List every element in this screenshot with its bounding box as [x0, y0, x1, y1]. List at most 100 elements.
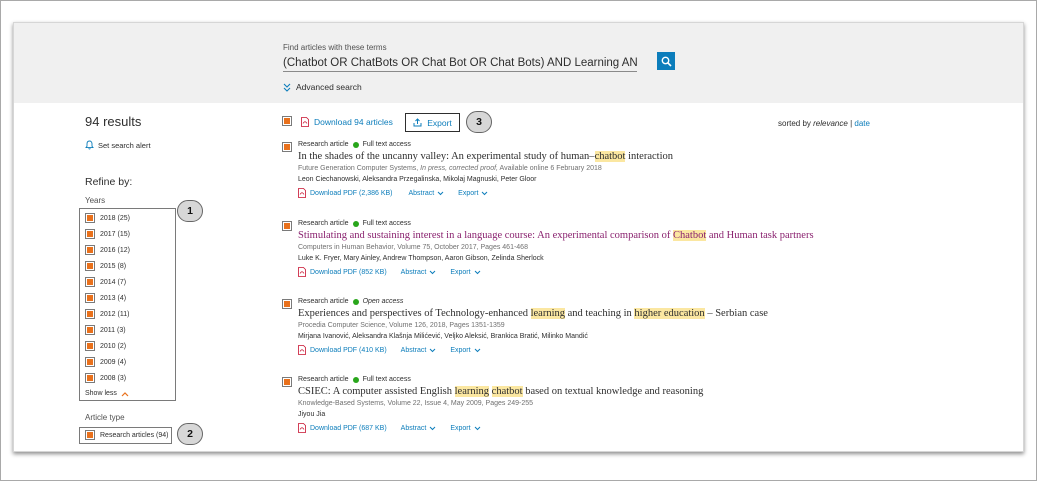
access-dot-icon: [352, 141, 359, 148]
access-label: Full text access: [362, 220, 411, 227]
year-filter-label: 2016 (12): [100, 246, 130, 254]
download-pdf-label: Download PDF (687 KB): [310, 424, 387, 432]
sort-separator: |: [850, 119, 853, 128]
download-pdf-link[interactable]: Download PDF (852 KB): [298, 267, 387, 277]
year-filter-label: 2012 (11): [100, 310, 130, 318]
source-journal: Future Generation Computer Systems,: [298, 165, 419, 172]
chevron-down-icon: [474, 348, 480, 352]
advanced-search-label: Advanced search: [296, 82, 362, 92]
abstract-toggle[interactable]: Abstract: [401, 425, 437, 432]
year-checkbox[interactable]: [85, 261, 95, 271]
download-pdf-label: Download PDF (2,386 KB): [310, 189, 393, 197]
download-all-link[interactable]: Download 94 articles: [301, 117, 393, 127]
year-filter-item[interactable]: 2013 (4): [85, 293, 126, 303]
result-title-link[interactable]: CSIEC: A computer assisted English learn…: [298, 386, 703, 397]
pdf-icon: [298, 267, 306, 277]
year-filter-item[interactable]: 2017 (15): [85, 229, 130, 239]
export-toggle[interactable]: Export: [458, 190, 488, 197]
sort-relevance-option[interactable]: relevance: [813, 119, 848, 128]
result-title-link[interactable]: In the shades of the uncanny valley: An …: [298, 151, 673, 162]
year-checkbox[interactable]: [85, 229, 95, 239]
export-button[interactable]: Export: [405, 113, 460, 132]
year-checkbox[interactable]: [85, 373, 95, 383]
year-filter-item[interactable]: 2014 (7): [85, 277, 126, 287]
result-authors: Luke K. Fryer, Mary Ainley, Andrew Thomp…: [298, 255, 544, 262]
result-source: Computers in Human Behavior, Volume 75, …: [298, 244, 528, 251]
year-checkbox[interactable]: [85, 309, 95, 319]
year-filter-item[interactable]: 2018 (25): [85, 213, 130, 223]
select-all-checkbox[interactable]: [282, 116, 292, 126]
download-pdf-link[interactable]: Download PDF (2,386 KB): [298, 188, 392, 198]
result-actions: Download PDF (852 KB) Abstract Export: [298, 267, 481, 277]
article-type-checkbox[interactable]: [85, 430, 95, 440]
year-filter-label: 2008 (3): [100, 374, 127, 382]
year-checkbox[interactable]: [85, 245, 95, 255]
show-less-label: Show less: [85, 390, 117, 397]
result-actions: Download PDF (2,386 KB) Abstract Export: [298, 188, 488, 198]
year-checkbox[interactable]: [85, 277, 95, 287]
article-type-label: Research article: [298, 141, 349, 148]
title-text: Stimulating and sustaining interest in a…: [298, 230, 673, 241]
abstract-toggle[interactable]: Abstract: [408, 190, 444, 197]
result-actions: Download PDF (410 KB) Abstract Export: [298, 345, 481, 355]
abstract-label: Abstract: [400, 424, 427, 432]
show-less-toggle[interactable]: Show less: [85, 390, 129, 397]
year-checkbox[interactable]: [85, 357, 95, 367]
export-label: Export: [458, 189, 479, 197]
year-filter-label: 2018 (25): [100, 214, 130, 222]
result-meta: Research article Full text access: [298, 141, 411, 148]
abstract-toggle[interactable]: Abstract: [401, 269, 437, 276]
year-filter-item[interactable]: 2016 (12): [85, 245, 130, 255]
export-toggle[interactable]: Export: [450, 347, 480, 354]
title-highlight: chatbot: [594, 151, 626, 162]
export-toggle[interactable]: Export: [450, 425, 480, 432]
year-filter-item[interactable]: 2009 (4): [85, 357, 126, 367]
year-checkbox[interactable]: [85, 213, 95, 223]
year-filter-item[interactable]: 2008 (3): [85, 373, 126, 383]
result-authors: Leon Ciechanowski, Aleksandra Przegalins…: [298, 176, 537, 183]
chevron-up-icon: [121, 391, 129, 396]
result-checkbox[interactable]: [282, 299, 292, 309]
set-search-alert-link[interactable]: Set search alert: [85, 140, 151, 150]
search-button[interactable]: [657, 52, 675, 70]
download-pdf-link[interactable]: Download PDF (410 KB): [298, 345, 387, 355]
title-highlight: learning: [530, 308, 566, 319]
result-checkbox[interactable]: [282, 142, 292, 152]
sort-date-link[interactable]: date: [854, 119, 870, 128]
result-checkbox[interactable]: [282, 221, 292, 231]
result-title-link[interactable]: Experiences and perspectives of Technolo…: [298, 308, 768, 319]
result-checkbox[interactable]: [282, 377, 292, 387]
chevron-down-icon: [429, 270, 436, 274]
chevron-down-icon: [437, 191, 444, 195]
article-type-label: Research article: [298, 376, 349, 383]
title-text: interaction: [625, 151, 673, 162]
year-filter-label: 2017 (15): [100, 230, 130, 238]
results-count: 94 results: [85, 114, 142, 129]
year-checkbox[interactable]: [85, 293, 95, 303]
bell-icon: [85, 140, 94, 150]
result-title-link[interactable]: Stimulating and sustaining interest in a…: [298, 230, 814, 241]
export-toggle[interactable]: Export: [450, 269, 480, 276]
sorted-by-label: sorted by: [778, 119, 811, 128]
title-text: and teaching in: [565, 308, 635, 319]
year-filter-item[interactable]: 2012 (11): [85, 309, 129, 319]
year-filter-item[interactable]: 2015 (8): [85, 261, 126, 271]
export-label: Export: [427, 117, 452, 128]
export-icon: [413, 118, 422, 127]
year-checkbox[interactable]: [85, 325, 95, 335]
search-input[interactable]: (Chatbot OR ChatBots OR Chat Bot OR Chat…: [283, 54, 637, 72]
search-label: Find articles with these terms: [283, 43, 387, 52]
year-filter-item[interactable]: 2011 (3): [85, 325, 126, 335]
pdf-icon: [301, 117, 309, 127]
advanced-search-link[interactable]: Advanced search: [283, 82, 362, 92]
article-type-filter-item[interactable]: Research articles (94): [85, 430, 168, 440]
chevron-down-icon: [482, 191, 488, 195]
download-pdf-link[interactable]: Download PDF (687 KB): [298, 423, 387, 433]
abstract-toggle[interactable]: Abstract: [401, 347, 437, 354]
title-text: In the shades of the uncanny valley: An …: [298, 151, 595, 162]
year-checkbox[interactable]: [85, 341, 95, 351]
title-text: CSIEC: A computer assisted English: [298, 386, 455, 397]
year-filter-item[interactable]: 2010 (2): [85, 341, 126, 351]
title-highlight: higher education: [634, 308, 705, 319]
article-type-filter-label: Research articles (94): [100, 431, 169, 439]
